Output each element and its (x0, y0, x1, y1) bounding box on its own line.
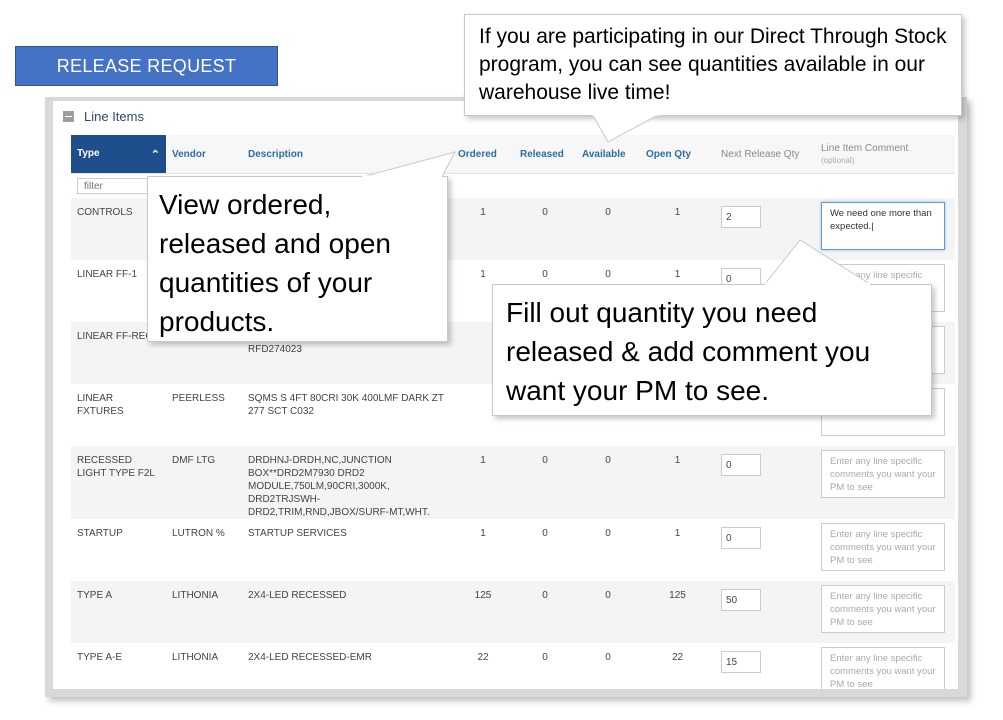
row-released: 0 (542, 652, 548, 663)
line-item-comment-input[interactable]: Enter any line specific comments you wan… (821, 585, 945, 633)
row-comment-cell: Enter any line specific comments you wan… (815, 643, 955, 689)
row-available: 0 (605, 455, 611, 466)
row-ordered: 125 (474, 590, 492, 601)
row-next-release-cell: 0 (715, 519, 815, 581)
row-open-qty: 1 (674, 207, 681, 218)
row-released: 0 (542, 590, 548, 601)
callout-view-quantities: View ordered, released and open quantiti… (147, 176, 448, 342)
row-released: 0 (542, 207, 548, 218)
collapse-icon[interactable] (63, 111, 74, 122)
column-header-next-release-qty: Next Release Qty (715, 135, 815, 174)
row-description: SQMS S 4FT 80CRI 30K 400LMF DARK ZT 277 … (248, 393, 444, 417)
row-description: DRDHNJ-DRDH,NC,JUNCTION BOX**DRD2M7930 D… (248, 455, 430, 518)
next-release-qty-input[interactable]: 50 (721, 589, 761, 611)
row-type: TYPE A (77, 590, 113, 601)
chevron-up-icon[interactable]: ⌃ (151, 148, 160, 161)
line-items-header[interactable]: Line Items (63, 109, 144, 124)
callout-left-pointer (361, 151, 456, 179)
column-header-type[interactable]: Type ⌃ (71, 135, 166, 174)
row-vendor: LITHONIA (172, 652, 219, 663)
row-ordered: 22 (477, 652, 489, 663)
release-request-button[interactable]: RELEASE REQUEST (15, 46, 278, 86)
column-header-line-item-comment: Line Item Comment (optional) (815, 135, 955, 174)
row-available: 0 (605, 652, 611, 663)
row-released: 0 (542, 528, 548, 539)
row-vendor: LITHONIA (172, 590, 219, 601)
next-release-qty-input[interactable]: 0 (721, 527, 761, 549)
line-item-comment-input[interactable]: Enter any line specific comments you wan… (821, 647, 945, 689)
next-release-qty-input[interactable]: 15 (721, 651, 761, 673)
row-type: LINEAR FXTURES (77, 393, 124, 417)
row-open-qty: 1 (674, 528, 681, 539)
section-title: Line Items (84, 109, 144, 124)
row-next-release-cell: 50 (715, 581, 815, 643)
line-item-comment-input[interactable]: Enter any line specific comments you wan… (821, 523, 945, 571)
row-comment-cell: Enter any line specific comments you wan… (815, 446, 955, 519)
next-release-qty-input[interactable]: 0 (721, 454, 761, 476)
column-header-vendor[interactable]: Vendor (166, 135, 242, 174)
row-ordered: 1 (480, 207, 486, 218)
table-row: TYPE A LITHONIA 2X4-LED RECESSED 125 0 0 125 50… (71, 581, 955, 643)
row-next-release-cell: 0 (715, 446, 815, 519)
row-available: 0 (605, 528, 611, 539)
next-release-qty-input[interactable]: 2 (721, 206, 761, 228)
row-comment-cell: Enter any line specific comments you wan… (815, 581, 955, 643)
optional-label: (optional) (821, 156, 855, 165)
row-vendor: LUTRON % (172, 528, 225, 539)
row-open-qty: 125 (669, 590, 686, 601)
row-open-qty: 1 (674, 455, 681, 466)
row-available: 0 (605, 590, 611, 601)
row-released: 0 (542, 455, 548, 466)
line-item-comment-input[interactable]: Enter any line specific comments you wan… (821, 450, 945, 498)
table-row: TYPE A-E LITHONIA 2X4-LED RECESSED-EMR 22 0 0… (71, 643, 955, 689)
row-type: TYPE A-E (77, 652, 123, 663)
header-row: Type ⌃ Vendor Description Ordered Releas… (71, 135, 955, 174)
row-description: 2X4-LED RECESSED (248, 590, 347, 601)
row-available: 0 (605, 207, 611, 218)
row-description: 2X4-LED RECESSED-EMR (248, 652, 372, 663)
row-comment-cell: Enter any line specific comments you wan… (815, 519, 955, 581)
callout-top-pointer (591, 114, 661, 143)
row-vendor: PEERLESS (172, 393, 225, 404)
callout-fill-quantity: Fill out quantity you need released & ad… (492, 284, 932, 416)
column-header-released[interactable]: Released (514, 135, 576, 174)
callout-direct-stock: If you are participating in our Direct T… (464, 14, 962, 116)
row-type: RECESSED LIGHT TYPE F2L (77, 455, 155, 479)
row-ordered: 1 (480, 528, 486, 539)
row-open-qty: 22 (671, 652, 684, 663)
row-next-release-cell: 15 (715, 643, 815, 689)
table-row: RECESSED LIGHT TYPE F2L DMF LTG DRDHNJ-DRD… (71, 446, 955, 519)
table-row: STARTUP LUTRON % STARTUP SERVICES 1 0 0 1 0 Ente… (71, 519, 955, 581)
row-ordered: 1 (480, 455, 486, 466)
row-description: STARTUP SERVICES (248, 528, 347, 539)
column-header-ordered[interactable]: Ordered (452, 135, 514, 174)
callout-right-pointer (763, 239, 872, 286)
row-type: STARTUP (77, 528, 123, 539)
row-vendor: DMF LTG (172, 455, 216, 466)
